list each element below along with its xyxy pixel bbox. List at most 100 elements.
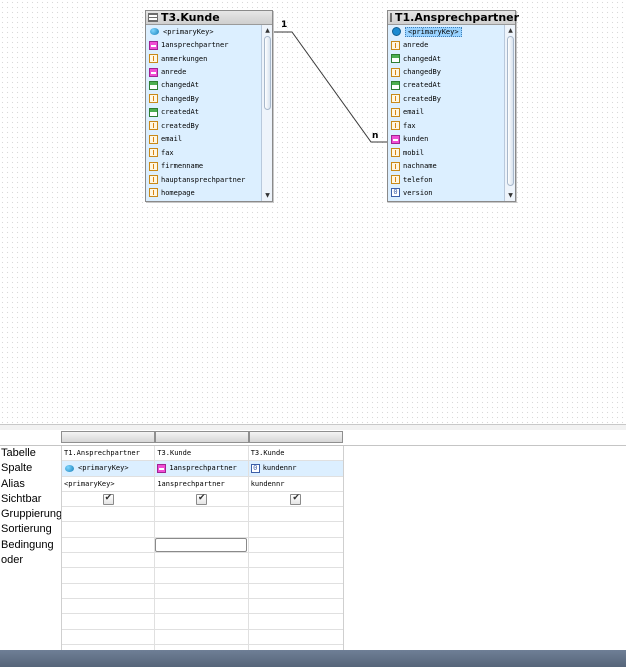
grouping-cell[interactable]	[62, 507, 156, 522]
row-label-sortierung: Sortierung	[1, 523, 52, 536]
condition-cell[interactable]	[249, 538, 343, 552]
sorting-cell[interactable]	[249, 522, 343, 536]
field-row[interactable]: changedBy	[388, 65, 515, 78]
grouping-cell[interactable]	[249, 507, 343, 521]
table-title: T1.Ansprechpartner	[395, 11, 520, 24]
column-header[interactable]	[61, 431, 155, 443]
visible-checkbox[interactable]	[196, 493, 208, 505]
empty-cell[interactable]	[155, 614, 249, 629]
field-row[interactable]: changedBy	[146, 92, 272, 105]
field-row[interactable]: changedAt	[146, 79, 272, 92]
field-row[interactable]: mobil	[388, 146, 515, 159]
field-row[interactable]: telefon	[388, 173, 515, 186]
sorting-cell[interactable]	[62, 522, 156, 537]
table-header[interactable]: T3.Kunde	[146, 11, 272, 25]
field-row[interactable]: createdBy	[388, 92, 515, 105]
field-row[interactable]: homepage	[146, 186, 272, 199]
table-box-kunde[interactable]: T3.Kunde <primaryKey> 1ansprechpartner anm…	[145, 10, 273, 202]
sorting-cell[interactable]	[155, 522, 249, 537]
text-field-icon	[391, 40, 400, 50]
empty-cell[interactable]	[62, 598, 156, 614]
row-label-alias: Alias	[1, 477, 25, 490]
query-grid[interactable]: Tabelle Spalte Alias Sichtbar Gruppierun…	[0, 430, 626, 661]
field-row[interactable]: changedAt	[388, 52, 515, 65]
field-row[interactable]: anrede	[388, 38, 515, 51]
field-row[interactable]: email	[388, 106, 515, 119]
scroll-up-icon[interactable]: ▲	[506, 26, 515, 35]
empty-cell[interactable]	[249, 568, 343, 582]
field-row[interactable]: anmerkungen	[146, 52, 272, 65]
empty-cell[interactable]	[249, 584, 343, 598]
empty-cell[interactable]	[249, 599, 343, 613]
field-list-scrollbar[interactable]: ▲ ▼	[261, 25, 272, 201]
column-cell[interactable]: 1ansprechpartner	[155, 461, 249, 476]
alias-cell[interactable]: <primaryKey>	[62, 476, 156, 491]
field-label: mobil	[403, 148, 425, 157]
table-cell[interactable]: T3.Kunde	[155, 446, 249, 461]
field-row[interactable]: createdAt	[388, 79, 515, 92]
cardinality-one-label: 1	[281, 20, 288, 30]
scroll-up-icon[interactable]: ▲	[263, 26, 272, 35]
empty-cell[interactable]	[155, 568, 249, 583]
empty-cell[interactable]	[155, 583, 249, 598]
column-cell[interactable]: 0 kundennr	[249, 461, 343, 475]
field-row[interactable]: firmenname	[146, 159, 272, 172]
query-grid-table[interactable]: T1.Ansprechpartner T3.Kunde T3.Kunde <pr…	[61, 446, 344, 661]
grouping-cell[interactable]	[155, 507, 249, 522]
relation-connector[interactable]	[0, 0, 626, 424]
column-header[interactable]	[249, 431, 343, 443]
or-cell[interactable]	[155, 553, 249, 568]
empty-cell[interactable]	[62, 568, 156, 583]
alias-cell[interactable]: kundennr	[249, 477, 343, 491]
empty-cell[interactable]	[249, 614, 343, 628]
grid-row-gruppierung	[62, 507, 343, 523]
row-label-sichtbar: Sichtbar	[1, 492, 42, 505]
field-list-scrollbar[interactable]: ▲ ▼	[504, 25, 515, 201]
diagram-canvas[interactable]: 1 n T3.Kunde <primaryKey> 1ansprechpartne…	[0, 0, 626, 424]
field-row[interactable]: fax	[146, 146, 272, 159]
table-icon	[148, 13, 158, 22]
field-row[interactable]: createdBy	[146, 119, 272, 132]
field-list[interactable]: <primaryKey> anrede changedAt changedBy crea…	[388, 25, 515, 201]
or-cell[interactable]	[249, 553, 343, 567]
field-row[interactable]: hauptansprechpartner	[146, 173, 272, 186]
field-row[interactable]: 0 version	[388, 186, 515, 199]
field-row[interactable]: createdAt	[146, 106, 272, 119]
table-cell[interactable]: T3.Kunde	[249, 446, 343, 460]
column-cell[interactable]: <primaryKey>	[62, 461, 156, 476]
column-header[interactable]	[155, 431, 249, 443]
field-row[interactable]: anrede	[146, 65, 272, 78]
visible-checkbox[interactable]	[102, 493, 114, 505]
empty-cell[interactable]	[62, 614, 156, 629]
or-cell[interactable]	[62, 553, 156, 568]
empty-cell[interactable]	[62, 583, 156, 598]
scroll-thumb[interactable]	[507, 36, 514, 186]
field-list[interactable]: <primaryKey> 1ansprechpartner anmerkungen a…	[146, 25, 272, 201]
text-field-icon	[391, 161, 400, 171]
field-row[interactable]: kunden	[388, 133, 515, 146]
table-box-ansprechpartner[interactable]: T1.Ansprechpartner <primaryKey> anrede cha…	[387, 10, 519, 202]
field-row[interactable]: 1ansprechpartner	[146, 38, 272, 51]
field-row[interactable]: nachname	[388, 159, 515, 172]
table-header[interactable]: T1.Ansprechpartner	[388, 11, 519, 25]
field-row[interactable]: email	[146, 133, 272, 146]
relation-icon	[391, 134, 400, 144]
scroll-down-icon[interactable]: ▼	[263, 191, 272, 200]
empty-cell[interactable]	[155, 598, 249, 614]
table-cell[interactable]: T1.Ansprechpartner	[62, 446, 156, 461]
field-row[interactable]: <primaryKey>	[146, 25, 272, 38]
empty-cell[interactable]	[62, 629, 156, 644]
scroll-thumb[interactable]	[264, 36, 271, 110]
field-label: firmenname	[161, 162, 204, 171]
empty-cell[interactable]	[155, 629, 249, 644]
date-field-icon	[391, 80, 400, 90]
row-label-tabelle: Tabelle	[1, 447, 36, 459]
alias-cell[interactable]: 1ansprechpartner	[155, 476, 249, 491]
field-row[interactable]: <primaryKey>	[388, 25, 515, 38]
empty-cell[interactable]	[249, 630, 343, 644]
field-row[interactable]: fax	[388, 119, 515, 132]
visible-checkbox[interactable]	[290, 493, 302, 505]
scroll-down-icon[interactable]: ▼	[506, 191, 515, 200]
condition-input[interactable]	[155, 537, 248, 552]
condition-cell[interactable]	[62, 537, 156, 553]
